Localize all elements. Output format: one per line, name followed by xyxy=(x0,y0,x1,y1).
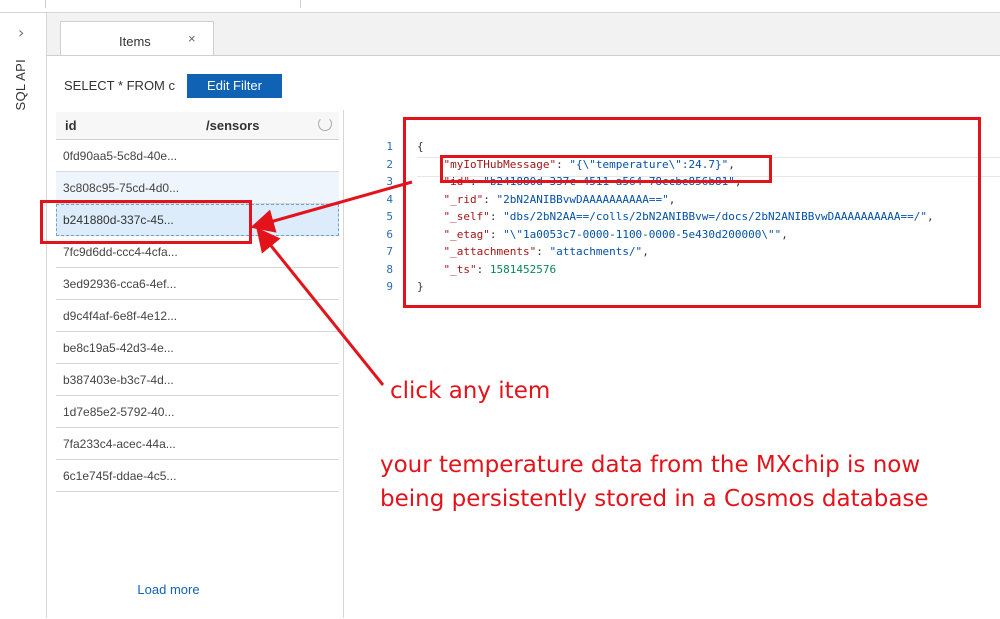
arrow-click-item xyxy=(256,227,385,386)
annotation-stored-text: your temperature data from the MXchip is… xyxy=(380,452,929,512)
annotation-arrows xyxy=(250,180,413,386)
arrow-to-row xyxy=(250,180,413,233)
annotation-click-any-item: click any item xyxy=(390,378,551,404)
